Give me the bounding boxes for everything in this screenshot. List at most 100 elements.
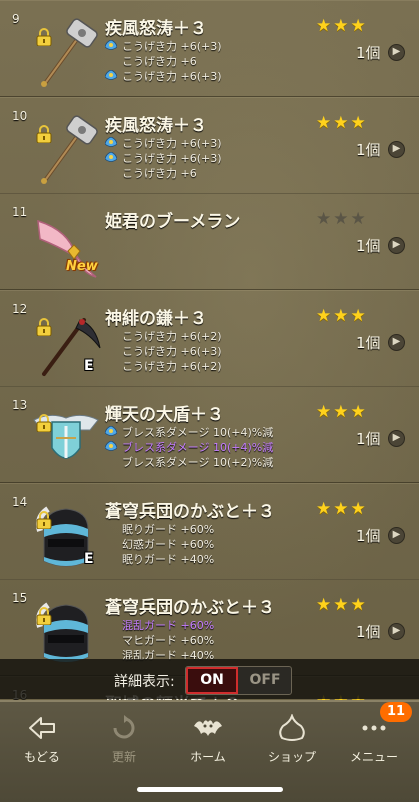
stat-text: ブレス系ダメージ 10(+4)%減 — [122, 426, 274, 439]
stat-line: ブレス系ダメージ 10(+4)%減 — [104, 439, 274, 454]
stat-list: 混乱ガード +60% マヒガード +60% 混乱ガード +40% — [105, 617, 214, 662]
stat-list: こうげき力 +6(+3) こうげき力 +6 こうげき力 +6(+3) — [104, 38, 222, 83]
item-index: 12 — [12, 302, 28, 316]
chevron-right-icon[interactable]: ▶ — [388, 623, 405, 640]
stat-line: 混乱ガード +60% — [105, 617, 214, 632]
item-row[interactable]: 9 疾風怒涛＋３ ★★★ こうげき力 +6(+3) こうげき力 +6 こうげき力 +6(+… — [0, 0, 419, 97]
star-icon: ★ — [350, 113, 368, 133]
equipped-badge: E — [84, 358, 94, 374]
star-icon: ★ — [350, 499, 368, 519]
chevron-right-icon[interactable]: ▶ — [388, 430, 405, 447]
stat-text: こうげき力 +6(+3) — [122, 345, 222, 358]
new-badge: New — [66, 259, 98, 274]
star-icon: ★ — [316, 209, 334, 229]
toggle-on-button[interactable]: ON — [186, 667, 238, 694]
star-icon: ★ — [350, 402, 368, 422]
star-icon: ★ — [333, 16, 351, 36]
lock-icon — [36, 607, 52, 626]
stat-line: こうげき力 +6(+2) — [105, 328, 222, 343]
item-list[interactable]: 9 疾風怒涛＋３ ★★★ こうげき力 +6(+3) こうげき力 +6 こうげき力 +6(+… — [0, 0, 419, 700]
stat-text: こうげき力 +6(+3) — [122, 40, 222, 53]
rarity-stars: ★★★ — [316, 306, 368, 326]
item-count: 1個 — [356, 141, 381, 159]
nav-item[interactable]: ホーム — [168, 712, 248, 772]
chevron-right-icon[interactable]: ▶ — [388, 527, 405, 544]
stat-line: ブレス系ダメージ 10(+2)%減 — [105, 454, 273, 469]
lock-icon — [36, 318, 52, 337]
stat-list: こうげき力 +6(+2) こうげき力 +6(+3) こうげき力 +6(+2) — [105, 328, 222, 373]
chevron-right-icon[interactable]: ▶ — [388, 141, 405, 158]
item-name: 蒼穹兵団のかぶと＋３ — [105, 502, 275, 522]
menu-notification-badge: 11 — [380, 702, 412, 722]
nav-item[interactable]: ショップ — [252, 712, 332, 772]
lock-icon — [36, 125, 52, 144]
item-index: 9 — [12, 12, 20, 26]
stat-text: ブレス系ダメージ 10(+2)%減 — [122, 456, 274, 469]
refresh-icon — [109, 714, 139, 742]
nav-item[interactable]: 更新 — [84, 712, 164, 772]
stat-text: マヒガード +60% — [122, 634, 215, 647]
stat-text: こうげき力 +6 — [122, 55, 197, 68]
star-icon: ★ — [333, 113, 351, 133]
detail-display-label: 詳細表示: — [114, 674, 175, 690]
star-icon: ★ — [333, 306, 351, 326]
item-count: 1個 — [356, 527, 381, 545]
item-index: 15 — [12, 591, 28, 605]
chevron-right-icon[interactable]: ▶ — [388, 44, 405, 61]
rarity-stars: ★★★ — [316, 595, 368, 615]
toggle-off-button[interactable]: OFF — [239, 667, 291, 694]
item-name: 疾風怒涛＋３ — [105, 19, 207, 39]
rarity-stars: ★★★ — [316, 499, 368, 519]
stat-text: 混乱ガード +60% — [122, 619, 215, 632]
item-name: 姫君のブーメラン — [105, 212, 241, 232]
slime-stat-icon — [104, 151, 118, 163]
item-row[interactable]: 14 E 蒼穹兵団のかぶと＋３ ★★★ 眠りガード +60% 幻惑ガード +60% 眠りガー… — [0, 483, 419, 580]
slime-stat-icon — [104, 39, 118, 51]
star-icon: ★ — [350, 209, 368, 229]
star-icon: ★ — [333, 209, 351, 229]
stat-text: こうげき力 +6 — [122, 167, 197, 180]
stat-line: こうげき力 +6(+3) — [104, 135, 222, 150]
slime-stat-icon — [104, 425, 118, 437]
nav-item[interactable]: もどる — [2, 712, 82, 772]
item-row[interactable]: 11 New 姫君のブーメラン ★★★ 1個 ▶ — [0, 193, 419, 290]
stat-line: こうげき力 +6(+2) — [105, 358, 222, 373]
item-row[interactable]: 12 E 神緋の鎌＋３ ★★★ こうげき力 +6(+2) こうげき力 +6(+3) こうげき… — [0, 290, 419, 387]
rarity-stars: ★★★ — [316, 209, 368, 229]
stat-text: ブレス系ダメージ 10(+4)%減 — [122, 441, 274, 454]
star-icon: ★ — [316, 402, 334, 422]
stat-line: 眠りガード +40% — [105, 551, 214, 566]
item-name: 蒼穹兵団のかぶと＋３ — [105, 598, 275, 618]
lock-icon — [36, 414, 52, 433]
stat-line: こうげき力 +6(+3) — [104, 68, 222, 83]
chevron-right-icon[interactable]: ▶ — [388, 334, 405, 351]
chevron-right-icon[interactable]: ▶ — [388, 237, 405, 254]
star-icon: ★ — [350, 595, 368, 615]
rarity-stars: ★★★ — [316, 402, 368, 422]
item-index: 14 — [12, 495, 28, 509]
item-row[interactable]: 10 疾風怒涛＋３ ★★★ こうげき力 +6(+3) こうげき力 +6(+3) こうげき力… — [0, 97, 419, 194]
home-indicator — [137, 787, 283, 792]
stat-line: ブレス系ダメージ 10(+4)%減 — [104, 424, 274, 439]
nav-label: ホーム — [190, 750, 226, 764]
stat-line: 幻惑ガード +60% — [105, 536, 214, 551]
stat-text: こうげき力 +6(+2) — [122, 360, 222, 373]
stat-text: こうげき力 +6(+3) — [122, 137, 222, 150]
stat-list: 眠りガード +60% 幻惑ガード +60% 眠りガード +40% — [105, 521, 214, 566]
detail-toggle[interactable]: ON OFF — [185, 666, 292, 695]
star-icon: ★ — [316, 499, 334, 519]
star-icon: ★ — [333, 499, 351, 519]
nav-label: もどる — [24, 750, 60, 764]
item-index: 10 — [12, 109, 28, 123]
stat-text: こうげき力 +6(+3) — [122, 152, 222, 165]
equipped-badge: E — [84, 551, 94, 567]
star-icon: ★ — [316, 595, 334, 615]
star-icon: ★ — [316, 306, 334, 326]
stat-text: 眠りガード +40% — [122, 553, 215, 566]
stat-line: こうげき力 +6 — [105, 165, 222, 180]
star-icon: ★ — [316, 16, 334, 36]
nav-label: ショップ — [267, 750, 316, 764]
item-row[interactable]: 13 輝天の大盾＋３ ★★★ ブレス系ダメージ 10(+4)%減 ブレス系ダメージ 10… — [0, 386, 419, 483]
rarity-stars: ★★★ — [316, 113, 368, 133]
item-name: 神緋の鎌＋３ — [105, 309, 207, 329]
